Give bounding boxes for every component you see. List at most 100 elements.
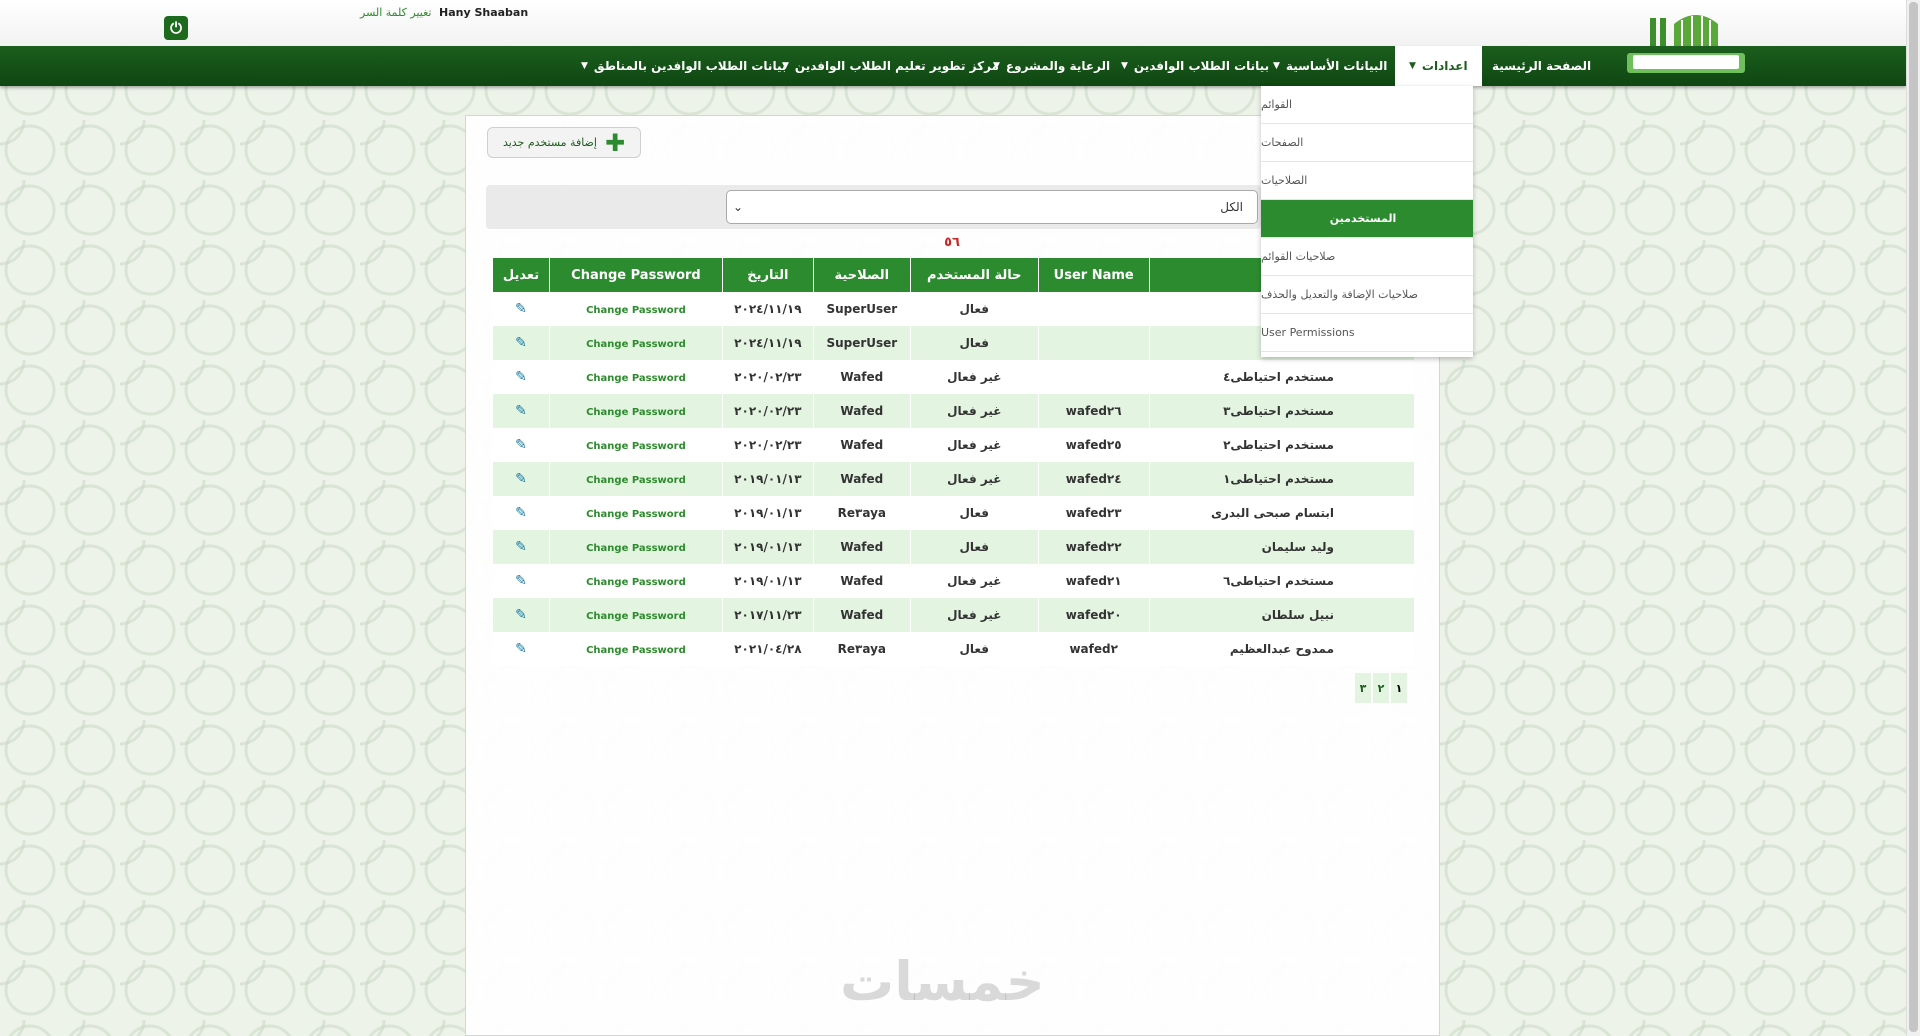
cell-status: فعال	[909, 632, 1039, 666]
cell-status: غير فعال	[909, 428, 1039, 462]
cell-change-password: Change Password	[549, 530, 723, 564]
edit-icon[interactable]: ✎	[515, 505, 527, 521]
table-row: نبيل سلطان wafed٢٠ غير فعال Wafed ٢٠١٧/١١/٢٣…	[492, 598, 1414, 632]
main-navbar: الصفحة الرئيسية اعدادات ▼ البيانات الأسا…	[0, 46, 1906, 86]
cell-edit: ✎	[492, 496, 550, 530]
cell-edit: ✎	[492, 292, 550, 326]
cell-date: ٢٠٢٠/٠٢/٢٣	[721, 428, 814, 462]
cell-status: فعال	[909, 292, 1039, 326]
cell-username	[1037, 360, 1150, 394]
cell-full-name: ابتسام صبحى البدرى	[1148, 496, 1414, 530]
change-password-link[interactable]: Change Password	[586, 373, 686, 384]
cell-role: SuperUser	[812, 292, 911, 326]
change-password-link[interactable]: Change Password	[586, 475, 686, 486]
change-password-link[interactable]: Change Password	[586, 645, 686, 656]
edit-icon[interactable]: ✎	[515, 301, 527, 317]
cell-username: wafed٢٠	[1037, 598, 1150, 632]
cell-username: wafed٢٤	[1037, 462, 1150, 496]
page-link[interactable]: ١	[1391, 673, 1407, 703]
cell-edit: ✎	[492, 462, 550, 496]
table-row: مستخدم احتياطى٣ wafed٢٦ غير فعال Wafed ٢٠٢٠/…	[492, 394, 1414, 428]
menu-item-list-permissions[interactable]: صلاحيات القوائم	[1261, 238, 1473, 276]
cell-change-password: Change Password	[549, 394, 723, 428]
cell-date: ٢٠١٩/٠١/١٣	[721, 462, 814, 496]
col-header-edit: تعديل	[492, 258, 550, 292]
cell-change-password: Change Password	[549, 292, 723, 326]
cell-username: wafed٢	[1037, 632, 1150, 666]
edit-icon[interactable]: ✎	[515, 437, 527, 453]
nav-basic-data[interactable]: البيانات الأساسية ▼	[1273, 46, 1387, 86]
cell-username: wafed٢١	[1037, 564, 1150, 598]
cell-change-password: Change Password	[549, 598, 723, 632]
cell-role: Re٣aya	[812, 632, 911, 666]
page-link[interactable]: ٢	[1373, 673, 1389, 703]
table-row: مستخدم احتياطى١ wafed٢٤ غير فعال Wafed ٢٠١٩/…	[492, 462, 1414, 496]
edit-icon[interactable]: ✎	[515, 573, 527, 589]
table-row: مستخدم احتياطى٤ غير فعال Wafed ٢٠٢٠/٠٢/٢٣ Ch…	[492, 360, 1414, 394]
nav-home[interactable]: الصفحة الرئيسية	[1492, 46, 1591, 86]
edit-icon[interactable]: ✎	[515, 369, 527, 385]
change-password-link[interactable]: Change Password	[586, 305, 686, 316]
menu-item-permissions[interactable]: الصلاحيات	[1261, 162, 1473, 200]
change-password-link[interactable]: Change Password	[586, 543, 686, 554]
table-row: وليد سليمان wafed٢٢ فعال Wafed ٢٠١٩/٠١/١٣ Cha…	[492, 530, 1414, 564]
menu-item-user-permissions[interactable]: User Permissions	[1261, 314, 1473, 352]
menu-item-pages[interactable]: الصفحات	[1261, 124, 1473, 162]
edit-icon[interactable]: ✎	[515, 641, 527, 657]
user-name: Hany Shaaban	[439, 6, 529, 19]
add-user-button[interactable]: ✚ إضافة مستخدم جديد	[487, 127, 641, 158]
nav-regional-students[interactable]: بيانات الطلاب الوافدين بالمناطق ▼	[581, 46, 786, 86]
menu-item-lists[interactable]: القوائم	[1261, 86, 1473, 124]
cell-role: Wafed	[812, 360, 911, 394]
table-row: مستخدم احتياطى٢ wafed٢٥ غير فعال Wafed ٢٠٢٠/…	[492, 428, 1414, 462]
change-password-link[interactable]: Change Password	[586, 509, 686, 520]
cell-date: ٢٠٢٤/١١/١٩	[721, 326, 814, 360]
nav-foreign-students[interactable]: بيانات الطلاب الوافدين ▼	[1121, 46, 1269, 86]
logout-power-icon[interactable]: ⏻	[164, 16, 188, 40]
cell-change-password: Change Password	[549, 360, 723, 394]
cell-change-password: Change Password	[549, 496, 723, 530]
page-scrollbar[interactable]	[1906, 0, 1920, 1036]
cell-username: wafed٢٦	[1037, 394, 1150, 428]
nav-development-center[interactable]: مركز تطوير تعليم الطلاب الوافدين ▼	[782, 46, 999, 86]
cell-role: Re٣aya	[812, 496, 911, 530]
change-password-link[interactable]: Change Password	[586, 441, 686, 452]
edit-icon[interactable]: ✎	[515, 607, 527, 623]
cell-full-name: مستخدم احتياطى٤	[1148, 360, 1414, 394]
top-bar: ⏻ Hany Shaaban تغيير كلمة السر	[0, 0, 1906, 48]
chevron-down-icon: ▼	[1121, 61, 1128, 71]
nav-care-project[interactable]: الرعاية والمشروع ▼	[993, 46, 1110, 86]
change-password-link[interactable]: Change Password	[586, 611, 686, 622]
cell-status: غير فعال	[909, 598, 1039, 632]
table-row: ابتسام صبحى البدرى wafed٢٣ فعال Re٣aya ٢٠١٩/…	[492, 496, 1414, 530]
change-password-link[interactable]: Change Password	[586, 339, 686, 350]
chevron-down-icon: ▼	[1273, 61, 1280, 71]
col-header-role: الصلاحية	[812, 258, 911, 292]
menu-item-users[interactable]: المستخدمين	[1261, 200, 1473, 238]
nav-settings[interactable]: اعدادات ▼	[1395, 46, 1482, 86]
logo-search-box[interactable]	[1627, 53, 1745, 73]
cell-edit: ✎	[492, 360, 550, 394]
status-filter-select[interactable]: ⌄ الكل	[726, 190, 1258, 224]
edit-icon[interactable]: ✎	[515, 335, 527, 351]
cell-status: غير فعال	[909, 462, 1039, 496]
change-password-link[interactable]: تغيير كلمة السر	[360, 6, 432, 19]
col-header-status: حالة المستخدم	[909, 258, 1039, 292]
change-password-link[interactable]: Change Password	[586, 407, 686, 418]
settings-dropdown-menu: القوائم الصفحات الصلاحيات المستخدمين صلا…	[1261, 86, 1473, 357]
scroll-thumb[interactable]	[1909, 2, 1918, 1032]
change-password-link[interactable]: Change Password	[586, 577, 686, 588]
cell-username	[1037, 292, 1150, 326]
edit-icon[interactable]: ✎	[515, 471, 527, 487]
chevron-down-icon: ▼	[581, 61, 588, 71]
edit-icon[interactable]: ✎	[515, 403, 527, 419]
menu-item-crud-permissions[interactable]: صلاحيات الإضافة والتعديل والحذف	[1261, 276, 1473, 314]
cell-edit: ✎	[492, 530, 550, 564]
cell-edit: ✎	[492, 394, 550, 428]
cell-username: wafed٢٢	[1037, 530, 1150, 564]
page-link[interactable]: ٣	[1355, 673, 1371, 703]
edit-icon[interactable]: ✎	[515, 539, 527, 555]
cell-date: ٢٠٢٠/٠٢/٢٣	[721, 394, 814, 428]
cell-edit: ✎	[492, 428, 550, 462]
chevron-down-icon: ▼	[1409, 61, 1416, 71]
